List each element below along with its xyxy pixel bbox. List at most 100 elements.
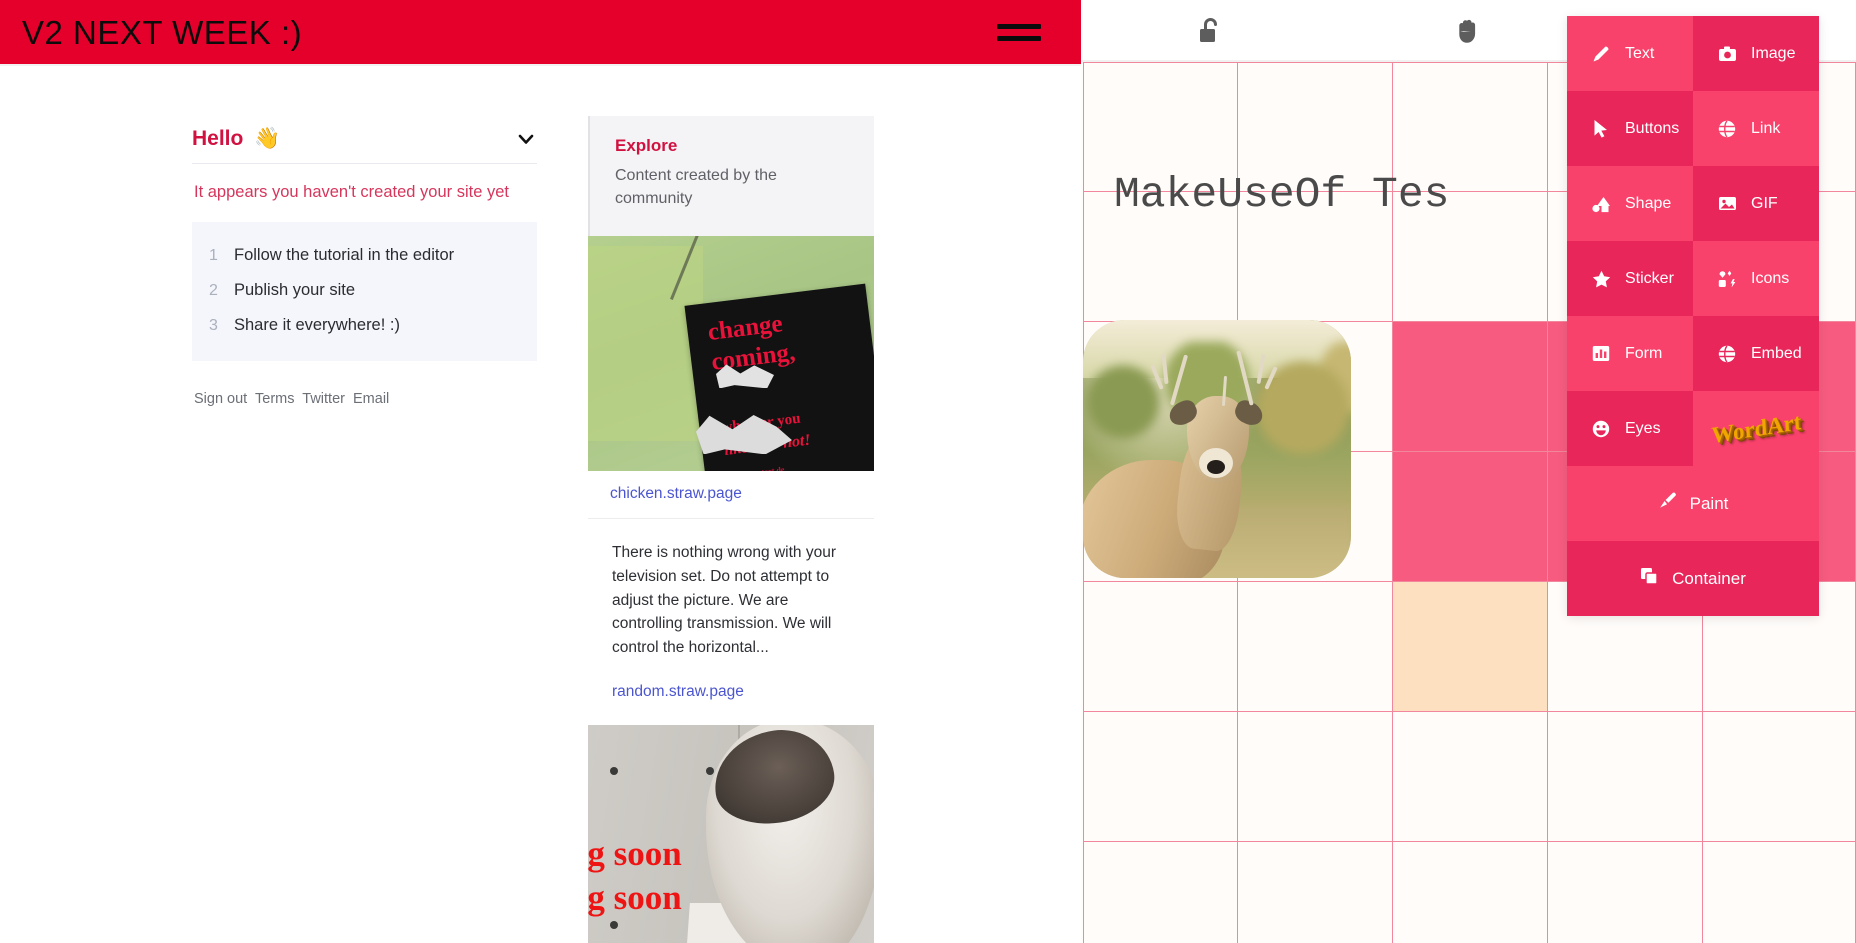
step-number: 3: [209, 317, 218, 335]
grid-cell[interactable]: [1083, 842, 1238, 943]
explore-header: Explore Content created by the community: [588, 116, 874, 237]
menu-item-label: Image: [1751, 44, 1796, 62]
deer-nose: [1207, 460, 1225, 474]
icons-grid-icon: [1717, 269, 1737, 289]
menu-item-label: Form: [1625, 344, 1663, 362]
coming-soon-overlay: coming soon coming soon: [588, 832, 826, 919]
globe-icon: [1717, 344, 1737, 364]
wall-screw: [706, 767, 714, 776]
hello-title-text: Hello: [192, 127, 244, 150]
deer-in-field-photo[interactable]: [1083, 320, 1351, 578]
explore-title: Explore: [615, 136, 678, 155]
dashboard-topbar: V2 NEXT WEEK :): [0, 0, 1081, 66]
dashboard-app: V2 NEXT WEEK :) Hello 👋 It appears you h…: [0, 0, 1081, 943]
sign-out-link[interactable]: Sign out: [194, 391, 247, 407]
menu-item-link[interactable]: Link: [1693, 91, 1819, 166]
menu-item-shape[interactable]: Shape: [1567, 166, 1693, 241]
list-item[interactable]: coming soon coming soon: [588, 725, 874, 943]
pen-icon: [1591, 44, 1611, 64]
menu-item-container[interactable]: Container: [1567, 541, 1819, 616]
grid-cell-filled[interactable]: [1393, 452, 1548, 582]
grid-cell[interactable]: [1083, 582, 1238, 712]
menu-item-sticker[interactable]: Sticker: [1567, 241, 1693, 316]
coming-soon-line: coming soon: [588, 834, 682, 874]
coming-soon-line: coming soon: [588, 877, 682, 917]
chart-bar-icon: [1591, 344, 1611, 364]
page-title: V2 NEXT WEEK :): [22, 13, 303, 51]
hello-title: Hello 👋: [192, 127, 281, 151]
grid-cell[interactable]: [1548, 842, 1703, 943]
footer-links: Sign out Terms Twitter Email: [192, 361, 537, 407]
step-number: 2: [209, 282, 218, 300]
grid-cell[interactable]: [1393, 842, 1548, 943]
onboarding-steps: 1 Follow the tutorial in the editor 2 Pu…: [192, 222, 537, 362]
poster-line: streetart.de: [745, 465, 785, 471]
menu-item-label: Embed: [1751, 344, 1802, 362]
grid-cell-filled[interactable]: [1393, 582, 1548, 712]
menu-item-label: Eyes: [1625, 419, 1661, 437]
step-number: 1: [209, 247, 218, 265]
wordart-logo: WordArt: [1710, 408, 1802, 448]
menu-item-label: GIF: [1751, 194, 1778, 212]
wall-patch: [588, 246, 703, 442]
explore-column: Explore Content created by the community…: [588, 116, 874, 943]
site-link[interactable]: random.straw.page: [612, 683, 744, 700]
hand-icon[interactable]: [1339, 0, 1597, 61]
menu-item-gif[interactable]: GIF: [1693, 166, 1819, 241]
smiley-icon: [1591, 419, 1611, 439]
menu-item-wordart[interactable]: WordArt: [1693, 391, 1819, 466]
paintbrush-icon: [1658, 492, 1677, 515]
grid-cell-filled[interactable]: [1393, 322, 1548, 452]
hamburger-bar: [997, 35, 1041, 41]
unlock-icon[interactable]: [1081, 0, 1339, 61]
menu-item-label: Buttons: [1625, 119, 1680, 137]
hamburger-icon[interactable]: [997, 19, 1041, 45]
list-item[interactable]: There is nothing wrong with your televis…: [588, 519, 874, 726]
site-link[interactable]: chicken.straw.page: [610, 485, 742, 502]
hamburger-bar: [997, 23, 1041, 29]
menu-item-paint[interactable]: Paint: [1567, 466, 1819, 541]
star-icon: [1591, 269, 1611, 289]
terms-link[interactable]: Terms: [255, 391, 294, 407]
menu-item-label: Text: [1625, 44, 1655, 62]
grid-cell[interactable]: [1703, 842, 1856, 943]
card-body-text: There is nothing wrong with your televis…: [612, 544, 837, 656]
wall-screw: [610, 921, 618, 930]
list-item: 1 Follow the tutorial in the editor: [192, 238, 537, 273]
menu-item-icons[interactable]: Icons: [1693, 241, 1819, 316]
dashboard-body: Hello 👋 It appears you haven't created y…: [0, 66, 1081, 943]
list-item: 2 Publish your site: [192, 273, 537, 308]
canvas-title-text[interactable]: MakeUseOf Tes: [1114, 170, 1449, 219]
add-element-menu-grid: Text Image Buttons Link Shape GIF Sticke…: [1567, 16, 1819, 616]
email-link[interactable]: Email: [353, 391, 389, 407]
menu-item-eyes[interactable]: Eyes: [1567, 391, 1693, 466]
menu-item-label: Paint: [1689, 493, 1729, 513]
menu-item-label: Sticker: [1625, 269, 1674, 287]
cursor-arrow-icon: [1591, 119, 1611, 139]
chevron-down-icon[interactable]: [515, 128, 537, 150]
grid-cell[interactable]: [1083, 712, 1238, 842]
step-label: Follow the tutorial in the editor: [234, 246, 455, 265]
menu-item-buttons[interactable]: Buttons: [1567, 91, 1693, 166]
menu-item-label: Icons: [1751, 269, 1790, 287]
menu-item-image[interactable]: Image: [1693, 16, 1819, 91]
white-horse-sculpture-photo: coming soon coming soon: [588, 725, 874, 943]
grid-cell[interactable]: [1393, 712, 1548, 842]
grid-cell[interactable]: [1238, 582, 1393, 712]
menu-item-form[interactable]: Form: [1567, 316, 1693, 391]
screenshot-root: V2 NEXT WEEK :) Hello 👋 It appears you h…: [0, 0, 1856, 943]
menu-item-label: Shape: [1625, 194, 1672, 212]
grid-cell[interactable]: [1548, 712, 1703, 842]
list-item[interactable]: change coming, whether you like it or no…: [588, 236, 874, 520]
menu-item-text[interactable]: Text: [1567, 16, 1693, 91]
grid-cell[interactable]: [1238, 842, 1393, 943]
wall-screw: [610, 767, 618, 776]
menu-item-label: Link: [1751, 119, 1781, 137]
waving-hand-icon: 👋: [254, 127, 281, 150]
twitter-link[interactable]: Twitter: [302, 391, 345, 407]
menu-item-embed[interactable]: Embed: [1693, 316, 1819, 391]
hello-panel: Hello 👋 It appears you haven't created y…: [192, 127, 537, 407]
grid-cell[interactable]: [1703, 712, 1856, 842]
grid-cell[interactable]: [1238, 712, 1393, 842]
change-coming-poster-photo: change coming, whether you like it or no…: [588, 236, 874, 472]
